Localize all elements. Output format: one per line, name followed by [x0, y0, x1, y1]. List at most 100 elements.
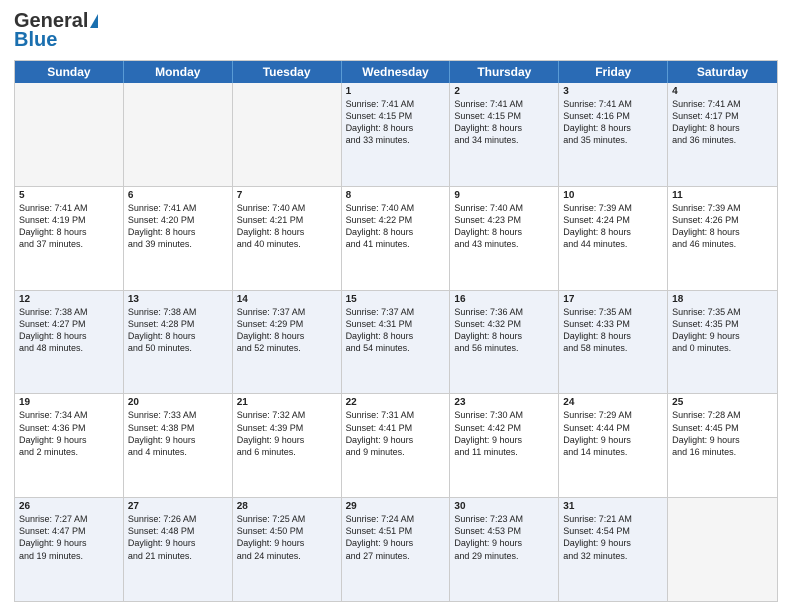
- calendar-cell-day-10: 10Sunrise: 7:39 AM Sunset: 4:24 PM Dayli…: [559, 187, 668, 290]
- calendar-cell-day-12: 12Sunrise: 7:38 AM Sunset: 4:27 PM Dayli…: [15, 291, 124, 394]
- day-number: 12: [19, 294, 119, 305]
- header: General Blue: [14, 10, 778, 52]
- day-number: 21: [237, 397, 337, 408]
- cell-text: Sunrise: 7:24 AM Sunset: 4:51 PM Dayligh…: [346, 513, 446, 562]
- header-cell-friday: Friday: [559, 61, 668, 83]
- day-number: 30: [454, 501, 554, 512]
- day-number: 25: [672, 397, 773, 408]
- calendar-row-4: 26Sunrise: 7:27 AM Sunset: 4:47 PM Dayli…: [15, 497, 777, 601]
- cell-text: Sunrise: 7:21 AM Sunset: 4:54 PM Dayligh…: [563, 513, 663, 562]
- calendar-row-3: 19Sunrise: 7:34 AM Sunset: 4:36 PM Dayli…: [15, 393, 777, 497]
- calendar-cell-day-2: 2Sunrise: 7:41 AM Sunset: 4:15 PM Daylig…: [450, 83, 559, 186]
- page: General Blue SundayMondayTuesdayWednesda…: [0, 0, 792, 612]
- day-number: 13: [128, 294, 228, 305]
- day-number: 20: [128, 397, 228, 408]
- cell-text: Sunrise: 7:41 AM Sunset: 4:15 PM Dayligh…: [454, 98, 554, 147]
- day-number: 17: [563, 294, 663, 305]
- cell-text: Sunrise: 7:41 AM Sunset: 4:19 PM Dayligh…: [19, 202, 119, 251]
- header-cell-saturday: Saturday: [668, 61, 777, 83]
- calendar-cell-day-7: 7Sunrise: 7:40 AM Sunset: 4:21 PM Daylig…: [233, 187, 342, 290]
- day-number: 1: [346, 86, 446, 97]
- day-number: 11: [672, 190, 773, 201]
- calendar-cell-day-15: 15Sunrise: 7:37 AM Sunset: 4:31 PM Dayli…: [342, 291, 451, 394]
- day-number: 14: [237, 294, 337, 305]
- cell-text: Sunrise: 7:23 AM Sunset: 4:53 PM Dayligh…: [454, 513, 554, 562]
- day-number: 10: [563, 190, 663, 201]
- calendar-cell-day-16: 16Sunrise: 7:36 AM Sunset: 4:32 PM Dayli…: [450, 291, 559, 394]
- cell-text: Sunrise: 7:27 AM Sunset: 4:47 PM Dayligh…: [19, 513, 119, 562]
- calendar-cell-day-23: 23Sunrise: 7:30 AM Sunset: 4:42 PM Dayli…: [450, 394, 559, 497]
- day-number: 16: [454, 294, 554, 305]
- cell-text: Sunrise: 7:28 AM Sunset: 4:45 PM Dayligh…: [672, 409, 773, 458]
- calendar-cell-day-25: 25Sunrise: 7:28 AM Sunset: 4:45 PM Dayli…: [668, 394, 777, 497]
- header-cell-thursday: Thursday: [450, 61, 559, 83]
- cell-text: Sunrise: 7:29 AM Sunset: 4:44 PM Dayligh…: [563, 409, 663, 458]
- header-cell-sunday: Sunday: [15, 61, 124, 83]
- cell-text: Sunrise: 7:40 AM Sunset: 4:21 PM Dayligh…: [237, 202, 337, 251]
- cell-text: Sunrise: 7:35 AM Sunset: 4:35 PM Dayligh…: [672, 306, 773, 355]
- calendar-cell-day-3: 3Sunrise: 7:41 AM Sunset: 4:16 PM Daylig…: [559, 83, 668, 186]
- day-number: 31: [563, 501, 663, 512]
- day-number: 4: [672, 86, 773, 97]
- cell-text: Sunrise: 7:36 AM Sunset: 4:32 PM Dayligh…: [454, 306, 554, 355]
- cell-text: Sunrise: 7:31 AM Sunset: 4:41 PM Dayligh…: [346, 409, 446, 458]
- calendar-cell-day-5: 5Sunrise: 7:41 AM Sunset: 4:19 PM Daylig…: [15, 187, 124, 290]
- cell-text: Sunrise: 7:40 AM Sunset: 4:23 PM Dayligh…: [454, 202, 554, 251]
- calendar-cell-day-8: 8Sunrise: 7:40 AM Sunset: 4:22 PM Daylig…: [342, 187, 451, 290]
- day-number: 19: [19, 397, 119, 408]
- calendar-cell-day-22: 22Sunrise: 7:31 AM Sunset: 4:41 PM Dayli…: [342, 394, 451, 497]
- calendar-cell-day-1: 1Sunrise: 7:41 AM Sunset: 4:15 PM Daylig…: [342, 83, 451, 186]
- day-number: 9: [454, 190, 554, 201]
- cell-text: Sunrise: 7:37 AM Sunset: 4:31 PM Dayligh…: [346, 306, 446, 355]
- day-number: 5: [19, 190, 119, 201]
- calendar-row-0: 1 Sunrise: 7:41 AM Sunset: 4:15 PM Daylig…: [15, 83, 777, 186]
- calendar-cell-empty-0-0: [15, 83, 124, 186]
- calendar-row-1: 5Sunrise: 7:41 AM Sunset: 4:19 PM Daylig…: [15, 186, 777, 290]
- cell-text: Sunrise: 7:38 AM Sunset: 4:27 PM Dayligh…: [19, 306, 119, 355]
- calendar-cell-day-31: 31Sunrise: 7:21 AM Sunset: 4:54 PM Dayli…: [559, 498, 668, 601]
- calendar-cell-day-29: 29Sunrise: 7:24 AM Sunset: 4:51 PM Dayli…: [342, 498, 451, 601]
- day-number: 23: [454, 397, 554, 408]
- calendar-cell-day-18: 18Sunrise: 7:35 AM Sunset: 4:35 PM Dayli…: [668, 291, 777, 394]
- day-number: 15: [346, 294, 446, 305]
- header-cell-wednesday: Wednesday: [342, 61, 451, 83]
- day-number: 8: [346, 190, 446, 201]
- calendar: SundayMondayTuesdayWednesdayThursdayFrid…: [14, 60, 778, 602]
- calendar-cell-day-28: 28Sunrise: 7:25 AM Sunset: 4:50 PM Dayli…: [233, 498, 342, 601]
- logo: General Blue: [14, 10, 98, 52]
- calendar-cell-day-20: 20Sunrise: 7:33 AM Sunset: 4:38 PM Dayli…: [124, 394, 233, 497]
- cell-text: Sunrise: 7:35 AM Sunset: 4:33 PM Dayligh…: [563, 306, 663, 355]
- calendar-cell-day-14: 14Sunrise: 7:37 AM Sunset: 4:29 PM Dayli…: [233, 291, 342, 394]
- calendar-cell-day-26: 26Sunrise: 7:27 AM Sunset: 4:47 PM Dayli…: [15, 498, 124, 601]
- calendar-cell-day-19: 19Sunrise: 7:34 AM Sunset: 4:36 PM Dayli…: [15, 394, 124, 497]
- logo-blue: Blue: [14, 29, 57, 52]
- cell-text: Sunrise: 7:41 AM Sunset: 4:17 PM Dayligh…: [672, 98, 773, 147]
- cell-text: Sunrise: 7:33 AM Sunset: 4:38 PM Dayligh…: [128, 409, 228, 458]
- day-number: 22: [346, 397, 446, 408]
- calendar-cell-day-17: 17Sunrise: 7:35 AM Sunset: 4:33 PM Dayli…: [559, 291, 668, 394]
- calendar-cell-empty-0-1: [124, 83, 233, 186]
- calendar-cell-day-9: 9Sunrise: 7:40 AM Sunset: 4:23 PM Daylig…: [450, 187, 559, 290]
- cell-text: Sunrise: 7:38 AM Sunset: 4:28 PM Dayligh…: [128, 306, 228, 355]
- cell-text: Sunrise: 7:41 AM Sunset: 4:20 PM Dayligh…: [128, 202, 228, 251]
- cell-text: Sunrise: 7:32 AM Sunset: 4:39 PM Dayligh…: [237, 409, 337, 458]
- header-cell-tuesday: Tuesday: [233, 61, 342, 83]
- calendar-cell-day-4: 4Sunrise: 7:41 AM Sunset: 4:17 PM Daylig…: [668, 83, 777, 186]
- day-number: 24: [563, 397, 663, 408]
- day-number: 29: [346, 501, 446, 512]
- cell-text: Sunrise: 7:40 AM Sunset: 4:22 PM Dayligh…: [346, 202, 446, 251]
- day-number: 2: [454, 86, 554, 97]
- calendar-body: 1 Sunrise: 7:41 AM Sunset: 4:15 PM Daylig…: [15, 83, 777, 601]
- calendar-cell-day-6: 6Sunrise: 7:41 AM Sunset: 4:20 PM Daylig…: [124, 187, 233, 290]
- cell-text: Sunrise: 7:30 AM Sunset: 4:42 PM Dayligh…: [454, 409, 554, 458]
- calendar-cell-day-21: 21Sunrise: 7:32 AM Sunset: 4:39 PM Dayli…: [233, 394, 342, 497]
- day-number: 27: [128, 501, 228, 512]
- calendar-header-row: SundayMondayTuesdayWednesdayThursdayFrid…: [15, 61, 777, 83]
- day-number: 28: [237, 501, 337, 512]
- logo-triangle-icon: [90, 14, 98, 28]
- calendar-cell-day-27: 27Sunrise: 7:26 AM Sunset: 4:48 PM Dayli…: [124, 498, 233, 601]
- day-number: 18: [672, 294, 773, 305]
- cell-text: Sunrise: 7:25 AM Sunset: 4:50 PM Dayligh…: [237, 513, 337, 562]
- day-number: 7: [237, 190, 337, 201]
- calendar-cell-day-11: 11Sunrise: 7:39 AM Sunset: 4:26 PM Dayli…: [668, 187, 777, 290]
